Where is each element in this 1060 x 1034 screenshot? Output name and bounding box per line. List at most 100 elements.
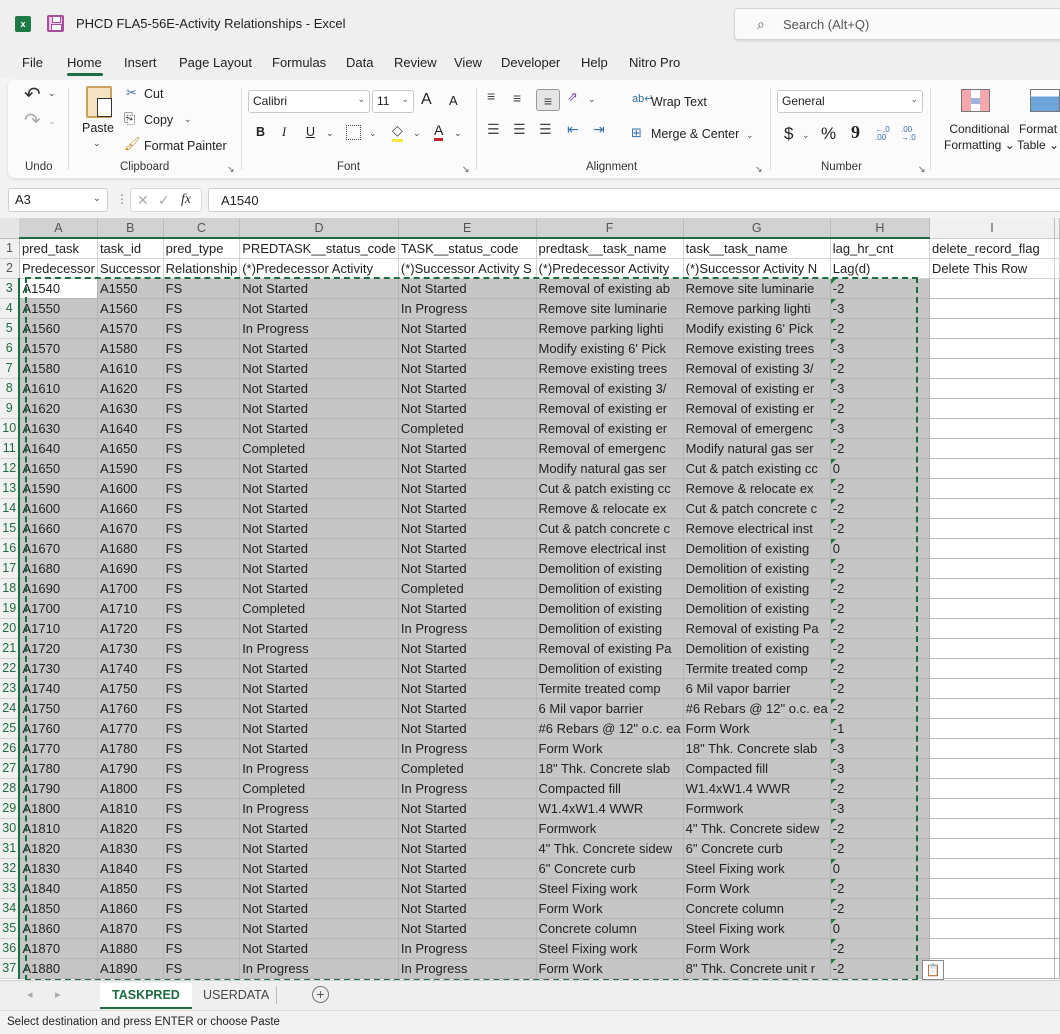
column-header-d[interactable]: D [239,218,399,239]
column-header-b[interactable]: B [97,218,164,239]
cell-b19[interactable]: A1710 [97,598,164,619]
tab-formulas[interactable]: Formulas [272,55,326,70]
cell-b25[interactable]: A1770 [97,718,164,739]
cell-e12[interactable]: Not Started [398,458,537,479]
orientation-dropdown-icon[interactable]: ⌄ [588,94,596,105]
row-header-19[interactable]: 19 [0,598,21,619]
tab-page-layout[interactable]: Page Layout [179,55,252,70]
cell-g22[interactable]: Termite treated comp [683,658,831,679]
percent-button[interactable]: % [821,124,836,144]
cell-b21[interactable]: A1730 [97,638,164,659]
cell-c26[interactable]: FS [163,738,241,759]
cell-f37[interactable]: Form Work [536,958,684,979]
cell-e18[interactable]: Completed [398,578,537,599]
increase-font-size-button[interactable]: A [421,91,432,109]
cell-g21[interactable]: Demolition of existing [683,638,831,659]
cell-c2[interactable]: Relationship [163,258,241,279]
cell-j37[interactable] [1054,958,1060,979]
row-header-25[interactable]: 25 [0,718,21,739]
cell-h32[interactable]: 0 [830,858,930,879]
align-right-icon[interactable]: ☰ [539,121,552,138]
cell-j6[interactable] [1054,338,1060,359]
cell-e6[interactable]: Not Started [398,338,537,359]
row-header-28[interactable]: 28 [0,778,21,799]
cell-e3[interactable]: Not Started [398,278,537,299]
cell-h34[interactable]: -2 [830,898,930,919]
top-align-icon[interactable]: ≡ [487,88,495,104]
cell-f9[interactable]: Removal of existing er [536,398,684,419]
column-header-j[interactable] [1054,218,1060,239]
cell-a15[interactable]: A1660 [19,518,98,539]
format-painter-button[interactable]: Format Painter [144,139,227,153]
cell-f2[interactable]: (*)Predecessor Activity [536,258,684,279]
cell-f26[interactable]: Form Work [536,738,684,759]
cell-f4[interactable]: Remove site luminarie [536,298,684,319]
cell-h36[interactable]: -2 [830,938,930,959]
cell-j9[interactable] [1054,398,1060,419]
cell-i30[interactable] [929,818,1056,839]
cell-e27[interactable]: Completed [398,758,537,779]
orientation-icon[interactable]: ⇗ [567,89,578,105]
cell-a31[interactable]: A1820 [19,838,98,859]
cell-j26[interactable] [1054,738,1060,759]
cell-j36[interactable] [1054,938,1060,959]
cell-d8[interactable]: Not Started [239,378,399,399]
cell-i3[interactable] [929,278,1056,299]
row-header-22[interactable]: 22 [0,658,21,679]
cell-b1[interactable]: task_id [97,238,164,259]
cell-j10[interactable] [1054,418,1060,439]
row-header-4[interactable]: 4 [0,298,21,319]
cell-b29[interactable]: A1810 [97,798,164,819]
cell-b10[interactable]: A1640 [97,418,164,439]
cell-b12[interactable]: A1590 [97,458,164,479]
cell-a30[interactable]: A1810 [19,818,98,839]
select-all-corner[interactable] [0,218,20,239]
cell-g1[interactable]: task__task_name [683,238,831,259]
column-header-a[interactable]: A [19,218,98,239]
cell-j3[interactable] [1054,278,1060,299]
cell-d12[interactable]: Not Started [239,458,399,479]
cell-i9[interactable] [929,398,1056,419]
cell-i23[interactable] [929,678,1056,699]
cell-d6[interactable]: Not Started [239,338,399,359]
comma-style-button[interactable]: 9 [851,122,860,143]
tab-review[interactable]: Review [394,55,437,70]
row-header-33[interactable]: 33 [0,878,21,899]
cell-d18[interactable]: Not Started [239,578,399,599]
row-header-35[interactable]: 35 [0,918,21,939]
cell-j4[interactable] [1054,298,1060,319]
cell-j18[interactable] [1054,578,1060,599]
cell-e1[interactable]: TASK__status_code [398,238,537,259]
cell-d28[interactable]: Completed [239,778,399,799]
cell-g2[interactable]: (*)Successor Activity N [683,258,831,279]
cell-d5[interactable]: In Progress [239,318,399,339]
cell-f24[interactable]: 6 Mil vapor barrier [536,698,684,719]
cell-a2[interactable]: Predecessor [19,258,98,279]
cell-b33[interactable]: A1850 [97,878,164,899]
cell-c4[interactable]: FS [163,298,241,319]
cell-i28[interactable] [929,778,1056,799]
cut-button[interactable]: Cut [144,87,163,101]
cell-i19[interactable] [929,598,1056,619]
row-header-6[interactable]: 6 [0,338,21,359]
cell-a3[interactable]: A1540 [19,278,98,299]
cell-b3[interactable]: A1550 [97,278,164,299]
cell-e21[interactable]: Not Started [398,638,537,659]
cell-f35[interactable]: Concrete column [536,918,684,939]
cell-e16[interactable]: Not Started [398,538,537,559]
cell-j33[interactable] [1054,878,1060,899]
cell-e35[interactable]: Not Started [398,918,537,939]
cell-c28[interactable]: FS [163,778,241,799]
cell-f33[interactable]: Steel Fixing work [536,878,684,899]
increase-decimal-button[interactable]: ←.0 .00 [875,126,893,142]
cell-b20[interactable]: A1720 [97,618,164,639]
cell-f32[interactable]: 6" Concrete curb [536,858,684,879]
cell-c31[interactable]: FS [163,838,241,859]
cell-a33[interactable]: A1840 [19,878,98,899]
cell-a7[interactable]: A1580 [19,358,98,379]
decrease-font-size-button[interactable]: A [449,93,458,108]
cell-e26[interactable]: In Progress [398,738,537,759]
cell-d26[interactable]: Not Started [239,738,399,759]
cell-i6[interactable] [929,338,1056,359]
cell-d33[interactable]: Not Started [239,878,399,899]
